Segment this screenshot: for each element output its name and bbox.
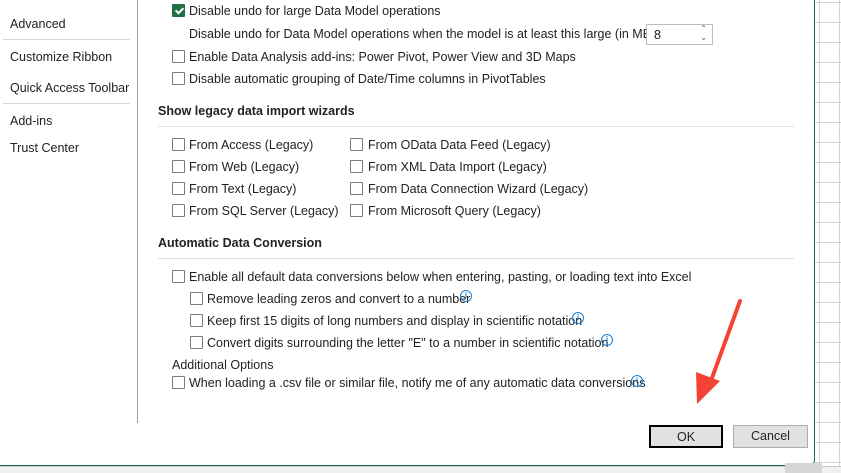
arrow-head [696,372,720,404]
annotation-arrow [696,299,742,404]
arrow-shaft [710,299,742,380]
